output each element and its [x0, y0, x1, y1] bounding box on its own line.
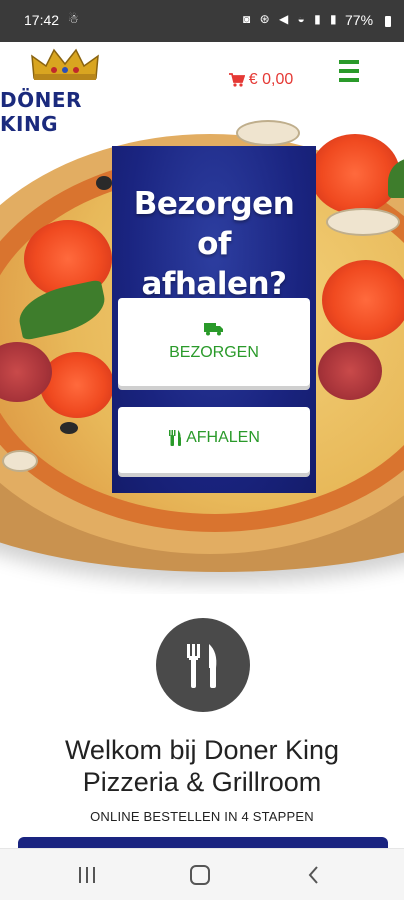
delivery-label: BEZORGEN — [169, 344, 259, 361]
steps-label: ONLINE BESTELLEN IN 4 STAPPEN — [90, 809, 314, 824]
menu-bar — [339, 78, 359, 82]
cutlery-icon — [169, 430, 182, 446]
olive — [96, 176, 112, 190]
truck-icon — [204, 323, 223, 336]
tomato-slice — [40, 352, 114, 418]
status-time: 17:42 — [24, 12, 60, 28]
back-icon[interactable] — [306, 865, 322, 885]
tomato-slice — [322, 260, 404, 340]
mushroom-slice — [326, 208, 400, 236]
welcome-title-line2: Pizzeria & Grillroom — [82, 767, 322, 797]
tomato-slice — [310, 134, 400, 214]
fork-knife-icon — [187, 644, 217, 688]
home-icon[interactable] — [190, 865, 210, 885]
menu-bar — [339, 69, 359, 73]
system-status-icons: ◙ ⊛ ◀ ◒ ▮ ▮ — [243, 12, 340, 26]
mushroom-slice — [2, 450, 38, 472]
welcome-title: Welkom bij Doner King Pizzeria & Grillro… — [0, 734, 404, 798]
order-method-panel: Bezorgen of afhalen? BEZORGEN AFHALEN — [112, 146, 316, 493]
notification-icon: ☃ — [68, 12, 79, 26]
logo-text: DÖNER KING — [0, 88, 82, 136]
doner-king-logo[interactable]: DÖNER KING — [0, 44, 134, 136]
delivery-button[interactable]: BEZORGEN — [118, 298, 310, 386]
cutlery-circle-icon — [156, 618, 250, 712]
salami-slice — [318, 342, 382, 400]
system-nav-bar — [0, 848, 404, 900]
status-bar: 17:42 ☃ ◙ ⊛ ◀ ◒ ▮ ▮ 77% — [0, 0, 404, 42]
cart-amount: € 0,00 — [248, 71, 294, 88]
order-method-title: Bezorgen of afhalen? — [112, 184, 316, 304]
battery-icon — [385, 16, 391, 27]
battery-percentage: 77% — [345, 12, 374, 28]
welcome-title-line1: Welkom bij Doner King — [64, 735, 340, 765]
recents-icon[interactable] — [77, 867, 97, 883]
crown-icon — [31, 48, 99, 80]
menu-button[interactable] — [326, 52, 372, 92]
cart-icon — [228, 73, 245, 87]
mushroom-slice — [236, 120, 300, 146]
olive — [60, 422, 78, 434]
pickup-label: AFHALEN — [186, 429, 260, 446]
cart-button[interactable]: € 0,00 — [218, 60, 304, 100]
menu-bar — [339, 60, 359, 64]
pickup-button[interactable]: AFHALEN — [118, 407, 310, 473]
order-title-line1: Bezorgen of — [133, 186, 295, 262]
